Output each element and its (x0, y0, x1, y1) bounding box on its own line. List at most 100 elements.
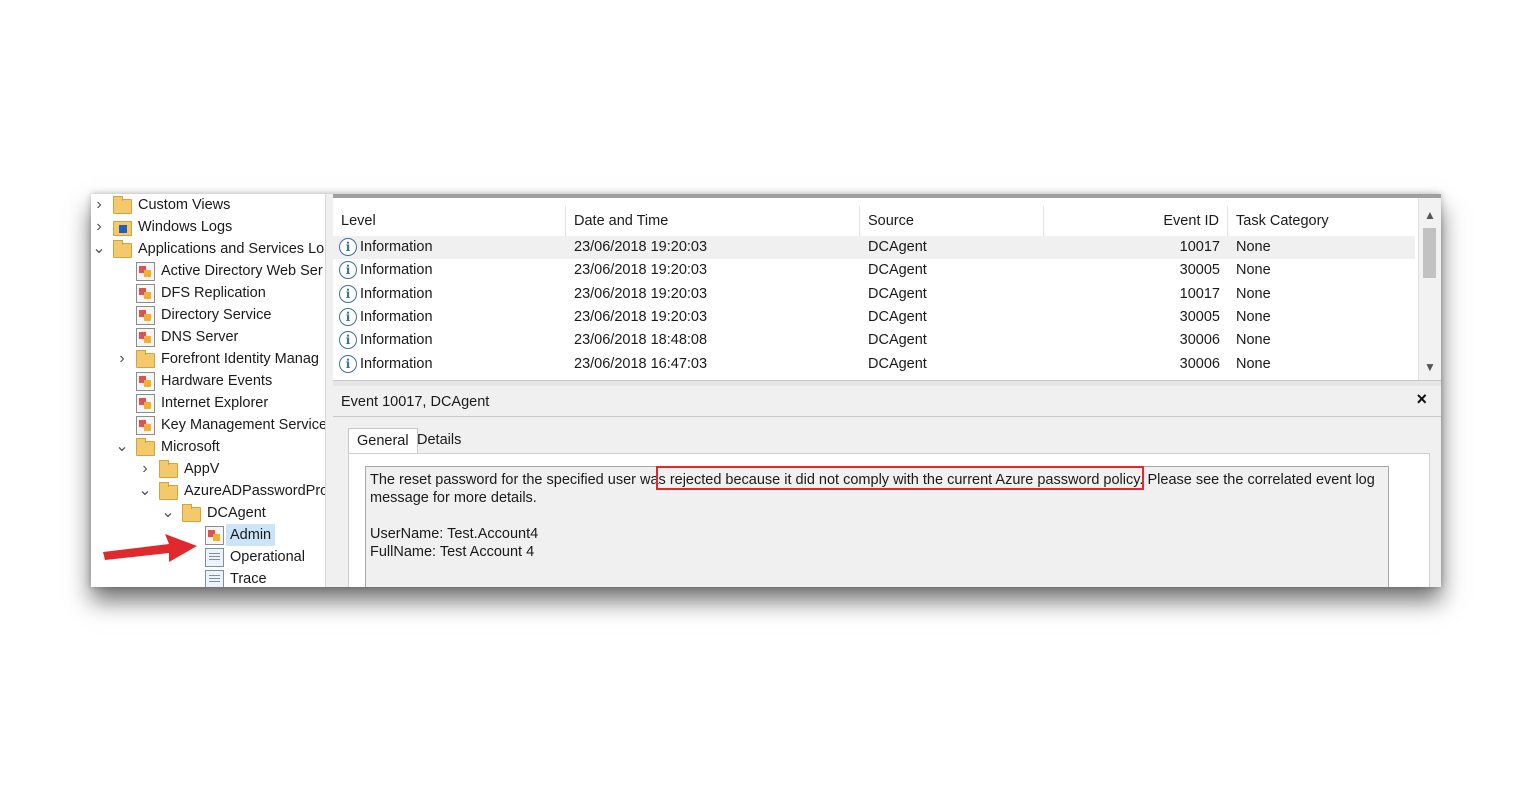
tree-item[interactable]: Trace (205, 568, 267, 587)
tree-item[interactable]: Operational (205, 546, 305, 568)
tab-general[interactable]: General (348, 428, 418, 454)
tree-item[interactable]: Internet Explorer (136, 392, 268, 414)
folder-icon (159, 459, 178, 478)
cell-category: None (1236, 239, 1271, 255)
cell-datetime: 23/06/2018 18:48:08 (574, 332, 708, 349)
cell-event-id: 30005 (1179, 262, 1220, 279)
message-text-before: The reset password for the specified use… (370, 472, 670, 488)
tree-item[interactable]: ⌄ DCAgent (161, 502, 266, 524)
chevron-right-icon[interactable]: › (93, 216, 105, 238)
table-row[interactable]: i Information 23/06/2018 19:20:03 DCAgent 30… (333, 259, 1415, 282)
level-text: Information (360, 262, 433, 279)
tree-item[interactable]: › Windows Logs (96, 216, 233, 238)
event-message-box[interactable]: The reset password for the specified use… (365, 466, 1389, 587)
event-list-scrollbar[interactable]: ▲ ▼ (1418, 198, 1441, 380)
tree-item-label: Windows Logs (138, 219, 233, 235)
tree-item-label: Directory Service (161, 307, 272, 323)
chevron-right-icon[interactable]: › (116, 348, 128, 370)
cell-category: None (1236, 308, 1271, 325)
cell-level: i Information (333, 259, 566, 282)
cell-datetime: 23/06/2018 19:20:03 (574, 285, 708, 302)
cell-source: DCAgent (868, 285, 927, 302)
tree-item-label: Internet Explorer (161, 395, 269, 411)
event-list[interactable]: Level Date and Time Source Event ID Task… (333, 194, 1441, 380)
tree-item-label: AppV (184, 461, 220, 477)
tree-item-label: Custom Views (138, 197, 231, 213)
table-row[interactable]: i Information 23/06/2018 19:20:03 DCAgent 30… (333, 306, 1415, 329)
tree-item-label: Operational (230, 549, 305, 565)
tab-details[interactable]: Details (409, 428, 469, 454)
cell-category: None (1236, 332, 1271, 349)
tree-item[interactable]: › Forefront Identity Manag (119, 348, 319, 370)
tree-item[interactable]: Key Management Service (136, 414, 325, 436)
tree-item[interactable]: Hardware Events (136, 370, 272, 392)
column-header-source[interactable]: Source (860, 206, 1044, 236)
tree-item-label: Trace (230, 571, 267, 587)
tree-item[interactable]: › AppV (142, 458, 220, 480)
cell-datetime: 23/06/2018 19:20:03 (574, 239, 708, 255)
chevron-down-icon[interactable]: ⌄ (92, 238, 105, 260)
tree-item[interactable]: DNS Server (136, 326, 238, 348)
column-header-date[interactable]: Date and Time (566, 206, 860, 236)
red-arrow-icon (103, 534, 197, 562)
column-header-level[interactable]: Level (333, 206, 566, 236)
chevron-down-icon[interactable]: ⌄ (115, 436, 128, 458)
event-detail-title: Event 10017, DCAgent (341, 394, 490, 410)
table-row[interactable]: i Information 23/06/2018 19:20:03 DCAgent 10… (333, 236, 1415, 259)
cell-event-id: 30006 (1179, 355, 1220, 372)
cell-level: i Information (333, 236, 566, 259)
cell-event-id: 30006 (1179, 332, 1220, 349)
table-row[interactable]: i Information 23/06/2018 19:20:03 DCAgent 10… (333, 283, 1415, 306)
event-detail-pane: Event 10017, DCAgent × General Details T… (333, 386, 1441, 587)
event-log-icon (136, 327, 155, 347)
tree-item[interactable]: ⌄ Applications and Services Lo (92, 238, 324, 260)
chevron-down-icon[interactable]: ⌄ (161, 502, 174, 524)
information-icon: i (339, 331, 357, 350)
tree-item[interactable]: Directory Service (136, 304, 271, 326)
table-row[interactable]: i Information 23/06/2018 18:48:08 DCAgent 30… (333, 329, 1415, 352)
tree-item-label: Microsoft (161, 439, 220, 455)
table-row[interactable]: i Information 23/06/2018 16:47:03 DCAgent 30… (333, 353, 1415, 376)
folder-icon (136, 437, 155, 456)
tree-item[interactable]: ⌄ Microsoft (115, 436, 220, 458)
event-list-header: Level Date and Time Source Event ID Task… (333, 206, 1415, 236)
cell-datetime: 23/06/2018 19:20:03 (574, 308, 708, 325)
tree-item[interactable]: ⌄ AzureADPasswordPro (138, 480, 325, 502)
log-icon (205, 547, 224, 567)
tree-item[interactable]: DFS Replication (136, 282, 266, 304)
folder-icon (159, 481, 178, 500)
folder-icon (113, 195, 132, 214)
cell-category: None (1236, 355, 1271, 372)
event-log-icon (136, 371, 155, 391)
scrollbar-thumb[interactable] (1423, 228, 1436, 278)
level-text: Information (360, 308, 433, 325)
cell-event-id: 10017 (1179, 239, 1220, 255)
event-log-icon (136, 261, 155, 281)
event-viewer-window: › Custom Views › Windows Logs ⌄ Applications … (91, 194, 1441, 587)
tree-item-label: Admin (226, 524, 276, 546)
chevron-right-icon[interactable]: › (139, 458, 151, 480)
tree-item-label: Forefront Identity Manag (161, 351, 319, 367)
column-header-event-id[interactable]: Event ID (1044, 206, 1228, 236)
folder-icon (182, 503, 201, 522)
cell-category: None (1236, 262, 1271, 279)
tree-item[interactable]: Admin (205, 524, 276, 546)
cell-event-id: 30005 (1179, 308, 1220, 325)
close-icon[interactable]: × (1416, 389, 1427, 410)
column-header-task-category[interactable]: Task Category (1228, 206, 1415, 236)
chevron-down-icon[interactable]: ⌄ (138, 480, 151, 502)
windows-logs-icon (113, 220, 132, 236)
divider (333, 416, 1441, 417)
general-tab-panel: The reset password for the specified use… (348, 453, 1430, 587)
tree-item-label: Key Management Service (161, 417, 325, 433)
scroll-up-icon[interactable]: ▲ (1419, 206, 1441, 224)
information-icon: i (339, 354, 357, 373)
cell-source: DCAgent (868, 355, 927, 372)
scroll-down-icon[interactable]: ▼ (1419, 358, 1441, 376)
tree-item[interactable]: Active Directory Web Ser (136, 260, 323, 282)
cell-category: None (1236, 285, 1271, 302)
tree-item[interactable]: › Custom Views (96, 194, 231, 216)
chevron-right-icon[interactable]: › (93, 194, 105, 216)
event-log-icon (136, 283, 155, 303)
cell-level: i Information (333, 353, 566, 376)
